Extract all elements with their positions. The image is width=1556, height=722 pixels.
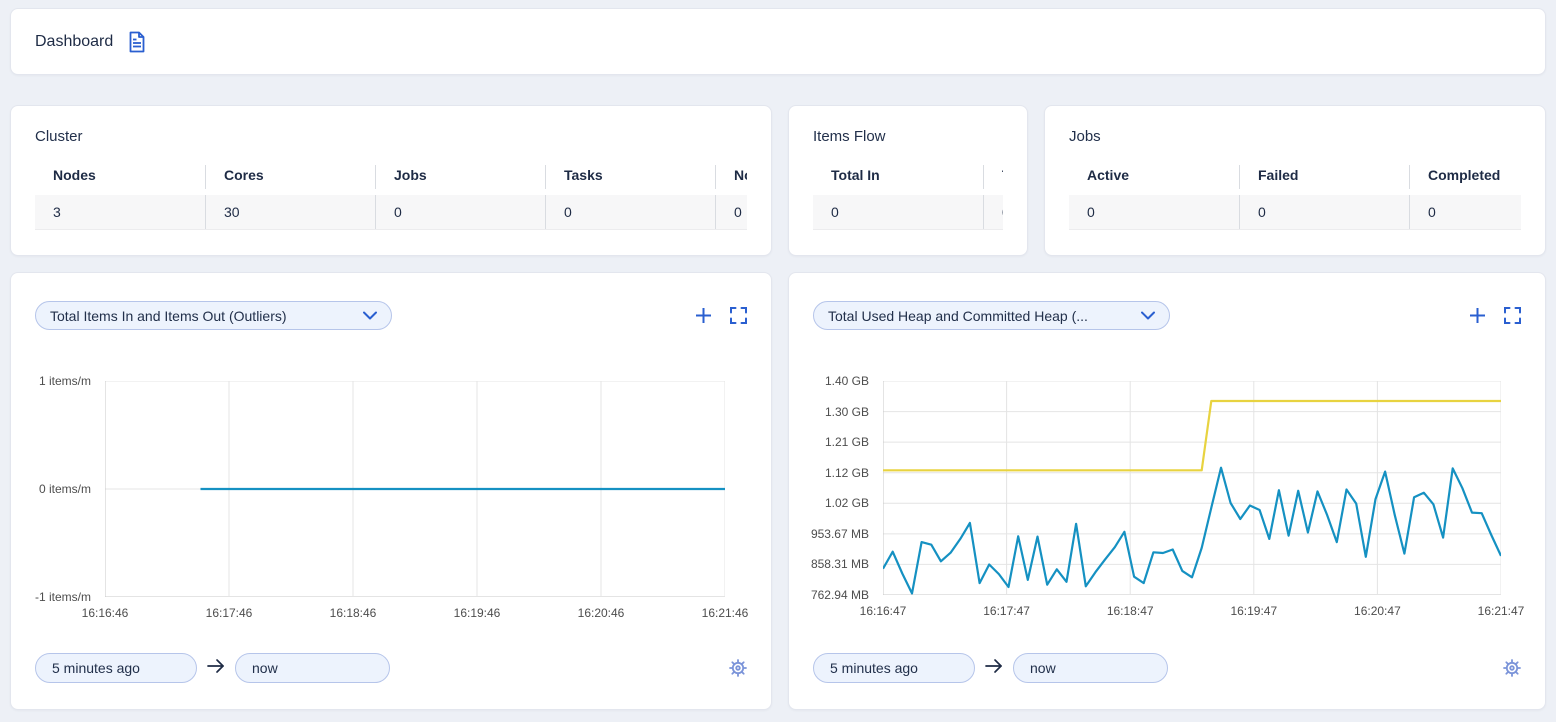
metric-selector-label: Total Used Heap and Committed Heap (... bbox=[828, 308, 1088, 324]
chevron-down-icon bbox=[363, 307, 377, 325]
stat-value-total-out: 0 bbox=[983, 195, 1003, 229]
items-chart-panel: Total Items In and Items Out (Outliers) … bbox=[10, 272, 772, 710]
time-from-input[interactable] bbox=[35, 653, 197, 683]
stat-value-nodes: 3 bbox=[35, 195, 205, 229]
stat-value-tasks: 0 bbox=[545, 195, 715, 229]
cluster-card-title: Cluster bbox=[35, 128, 747, 145]
column-header-completed: Completed bbox=[1409, 165, 1521, 189]
column-header-jobs: Jobs bbox=[375, 165, 545, 189]
jobs-card: Jobs Active Failed Completed 0 0 0 bbox=[1044, 105, 1546, 256]
settings-icon[interactable] bbox=[1503, 659, 1521, 677]
column-header-total-in: Total In bbox=[813, 165, 983, 189]
stat-value-total-in: 0 bbox=[813, 195, 983, 229]
time-from-input[interactable] bbox=[813, 653, 975, 683]
column-header-cores: Cores bbox=[205, 165, 375, 189]
items-flow-card-title: Items Flow bbox=[813, 128, 1003, 145]
jobs-card-title: Jobs bbox=[1069, 128, 1521, 145]
items-flow-chart: 1 items/m0 items/m-1 items/m bbox=[35, 381, 747, 597]
stat-value-failed: 0 bbox=[1239, 195, 1409, 229]
cluster-table: Nodes Cores Jobs Tasks No 3 30 0 0 0 bbox=[35, 165, 747, 230]
add-chart-button[interactable] bbox=[1469, 307, 1486, 324]
heap-chart: 1.40 GB1.30 GB1.21 GB1.12 GB1.02 GB953.6… bbox=[813, 381, 1521, 595]
chevron-down-icon bbox=[1141, 307, 1155, 325]
column-header-tasks: Tasks bbox=[545, 165, 715, 189]
stat-value-completed: 0 bbox=[1409, 195, 1521, 229]
jobs-table: Active Failed Completed 0 0 0 bbox=[1069, 165, 1521, 230]
metric-selector-label: Total Items In and Items Out (Outliers) bbox=[50, 308, 287, 324]
cluster-card: Cluster Nodes Cores Jobs Tasks No 3 30 0… bbox=[10, 105, 772, 256]
add-chart-button[interactable] bbox=[695, 307, 712, 324]
stat-value-active: 0 bbox=[1069, 195, 1239, 229]
items-flow-card: Items Flow Total In To 0 0 bbox=[788, 105, 1028, 256]
document-icon[interactable] bbox=[127, 31, 147, 53]
column-header-nodes: Nodes bbox=[35, 165, 205, 189]
stat-value-cores: 30 bbox=[205, 195, 375, 229]
fullscreen-button[interactable] bbox=[730, 307, 747, 324]
column-header-truncated: No bbox=[715, 165, 747, 189]
fullscreen-button[interactable] bbox=[1504, 307, 1521, 324]
stat-value-jobs: 0 bbox=[375, 195, 545, 229]
stat-value-truncated: 0 bbox=[715, 195, 747, 229]
arrow-right-icon bbox=[206, 658, 226, 679]
app-header: Dashboard bbox=[10, 8, 1546, 75]
time-to-input[interactable] bbox=[235, 653, 390, 683]
charts-row: Total Items In and Items Out (Outliers) … bbox=[10, 272, 1546, 710]
column-header-active: Active bbox=[1069, 165, 1239, 189]
column-header-total-out-truncated: To bbox=[983, 165, 1003, 189]
stats-row: Cluster Nodes Cores Jobs Tasks No 3 30 0… bbox=[10, 105, 1546, 256]
items-flow-table: Total In To 0 0 bbox=[813, 165, 1003, 230]
page-title: Dashboard bbox=[35, 33, 113, 51]
heap-chart-panel: Total Used Heap and Committed Heap (... … bbox=[788, 272, 1546, 710]
column-header-failed: Failed bbox=[1239, 165, 1409, 189]
settings-icon[interactable] bbox=[729, 659, 747, 677]
metric-selector-heap[interactable]: Total Used Heap and Committed Heap (... bbox=[813, 301, 1170, 330]
time-to-input[interactable] bbox=[1013, 653, 1168, 683]
arrow-right-icon bbox=[984, 658, 1004, 679]
metric-selector-items[interactable]: Total Items In and Items Out (Outliers) bbox=[35, 301, 392, 330]
